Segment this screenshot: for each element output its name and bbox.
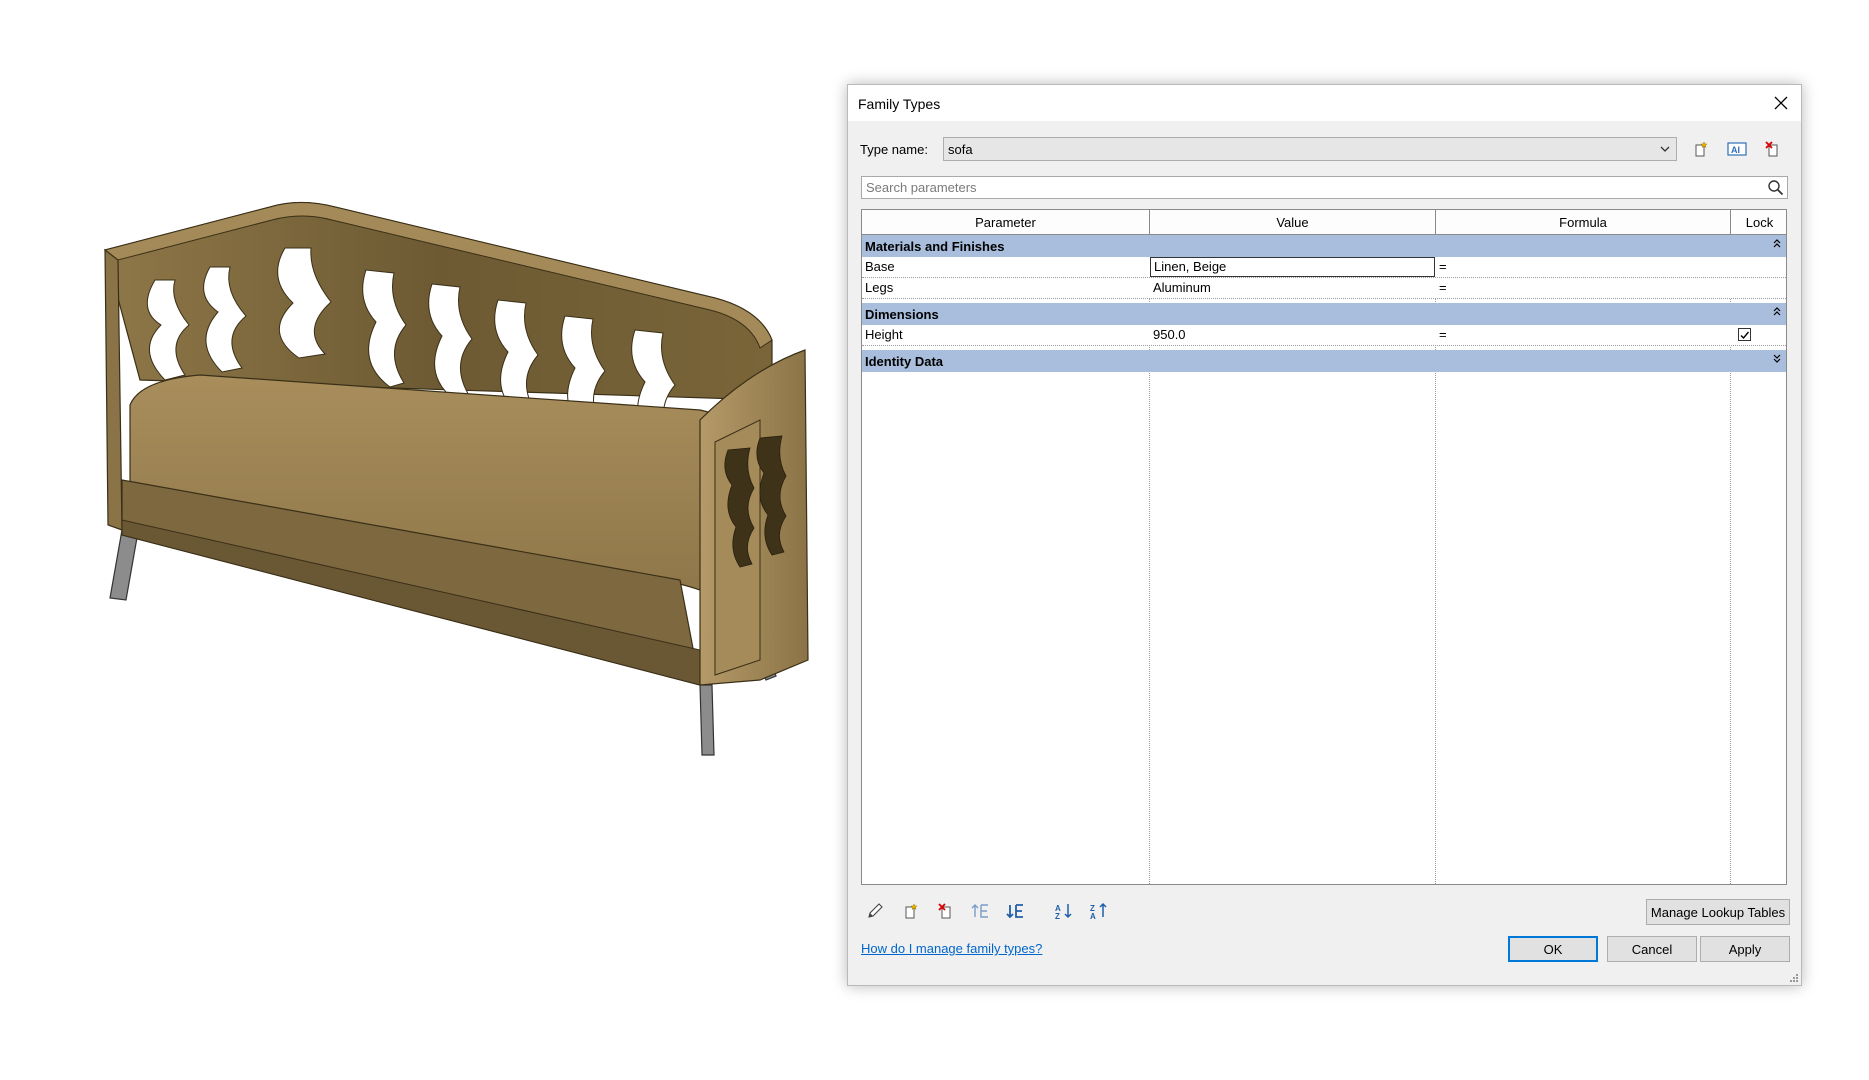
search-input[interactable] [864,178,1746,196]
svg-text:A: A [1090,912,1096,920]
delete-type-button[interactable] [1760,137,1786,161]
rename-type-icon: AI [1727,142,1747,156]
value-cell[interactable]: Linen, Beige [1150,257,1435,277]
move-parameter-up-button[interactable] [968,899,994,923]
close-button[interactable] [1761,85,1801,121]
apply-button[interactable]: Apply [1700,936,1790,962]
search-icon[interactable] [1767,179,1784,196]
group-dimensions[interactable]: Dimensions [862,303,1786,325]
sort-descending-button[interactable]: ZA [1086,899,1112,923]
type-name-dropdown[interactable]: sofa [943,137,1677,161]
model-viewport[interactable] [60,180,820,800]
group-label: Identity Data [865,354,944,369]
expand-icon[interactable] [1772,352,1782,366]
move-parameter-down-button[interactable] [1003,899,1029,923]
table-row[interactable]: Base Linen, Beige = [862,257,1786,278]
parameter-name: Base [865,259,895,274]
cancel-button[interactable]: Cancel [1607,936,1697,962]
help-link[interactable]: How do I manage family types? [861,941,1042,956]
group-label: Materials and Finishes [865,239,1005,254]
new-parameter-icon [905,903,918,919]
table-row[interactable]: Legs Aluminum = [862,278,1786,299]
formula-cell[interactable]: = [1436,257,1730,277]
new-type-button[interactable] [1688,137,1714,161]
pencil-icon [868,903,883,918]
family-types-dialog: Family Types Type name: sofa AI Paramete… [847,84,1802,986]
chevron-down-icon [1660,146,1670,152]
manage-lookup-tables-button[interactable]: Manage Lookup Tables [1646,899,1790,925]
svg-text:Z: Z [1055,912,1060,920]
search-parameters-field[interactable] [861,176,1788,199]
collapse-icon[interactable] [1772,237,1782,251]
sort-descending-icon: ZA [1090,902,1107,920]
checkmark-icon [1740,331,1750,340]
formula-cell[interactable]: = [1436,325,1730,345]
parameter-name: Legs [865,280,894,295]
dialog-title: Family Types [858,96,941,112]
resize-grip-icon[interactable] [1789,973,1799,983]
formula-cell[interactable]: = [1436,278,1730,298]
value-cell[interactable]: Aluminum [1150,278,1435,298]
group-materials-and-finishes[interactable]: Materials and Finishes [862,235,1786,257]
new-parameter-button[interactable] [898,899,924,923]
type-name-value: sofa [948,142,973,157]
delete-parameter-icon [938,903,951,919]
value-cell[interactable]: 950.0 [1150,325,1435,345]
new-type-icon [1695,141,1708,157]
parameters-table: Parameter Value Formula Lock Materials a… [861,209,1787,885]
collapse-icon[interactable] [1772,305,1782,319]
svg-text:AI: AI [1731,145,1740,155]
delete-parameter-button[interactable] [933,899,959,923]
sort-ascending-icon: AZ [1055,904,1072,920]
dialog-titlebar[interactable]: Family Types [848,85,1801,121]
type-name-label: Type name: [860,142,928,157]
column-header-lock[interactable]: Lock [1731,210,1786,235]
close-icon [1774,96,1788,110]
move-down-icon [1006,904,1023,919]
ok-button[interactable]: OK [1508,936,1598,962]
sofa-model-image [103,201,809,756]
delete-type-icon [1765,141,1778,157]
group-identity-data[interactable]: Identity Data [862,350,1786,372]
column-header-formula[interactable]: Formula [1436,210,1731,235]
move-up-icon [971,904,988,918]
group-label: Dimensions [865,307,939,322]
parameter-name: Height [865,327,903,342]
rename-type-button[interactable]: AI [1724,137,1750,161]
table-row[interactable]: Height 950.0 = [862,325,1786,346]
column-header-parameter[interactable]: Parameter [862,210,1150,235]
sort-ascending-button[interactable]: AZ [1051,899,1077,923]
lock-checkbox[interactable] [1738,328,1751,341]
column-header-value[interactable]: Value [1150,210,1436,235]
edit-parameter-button[interactable] [862,899,888,923]
